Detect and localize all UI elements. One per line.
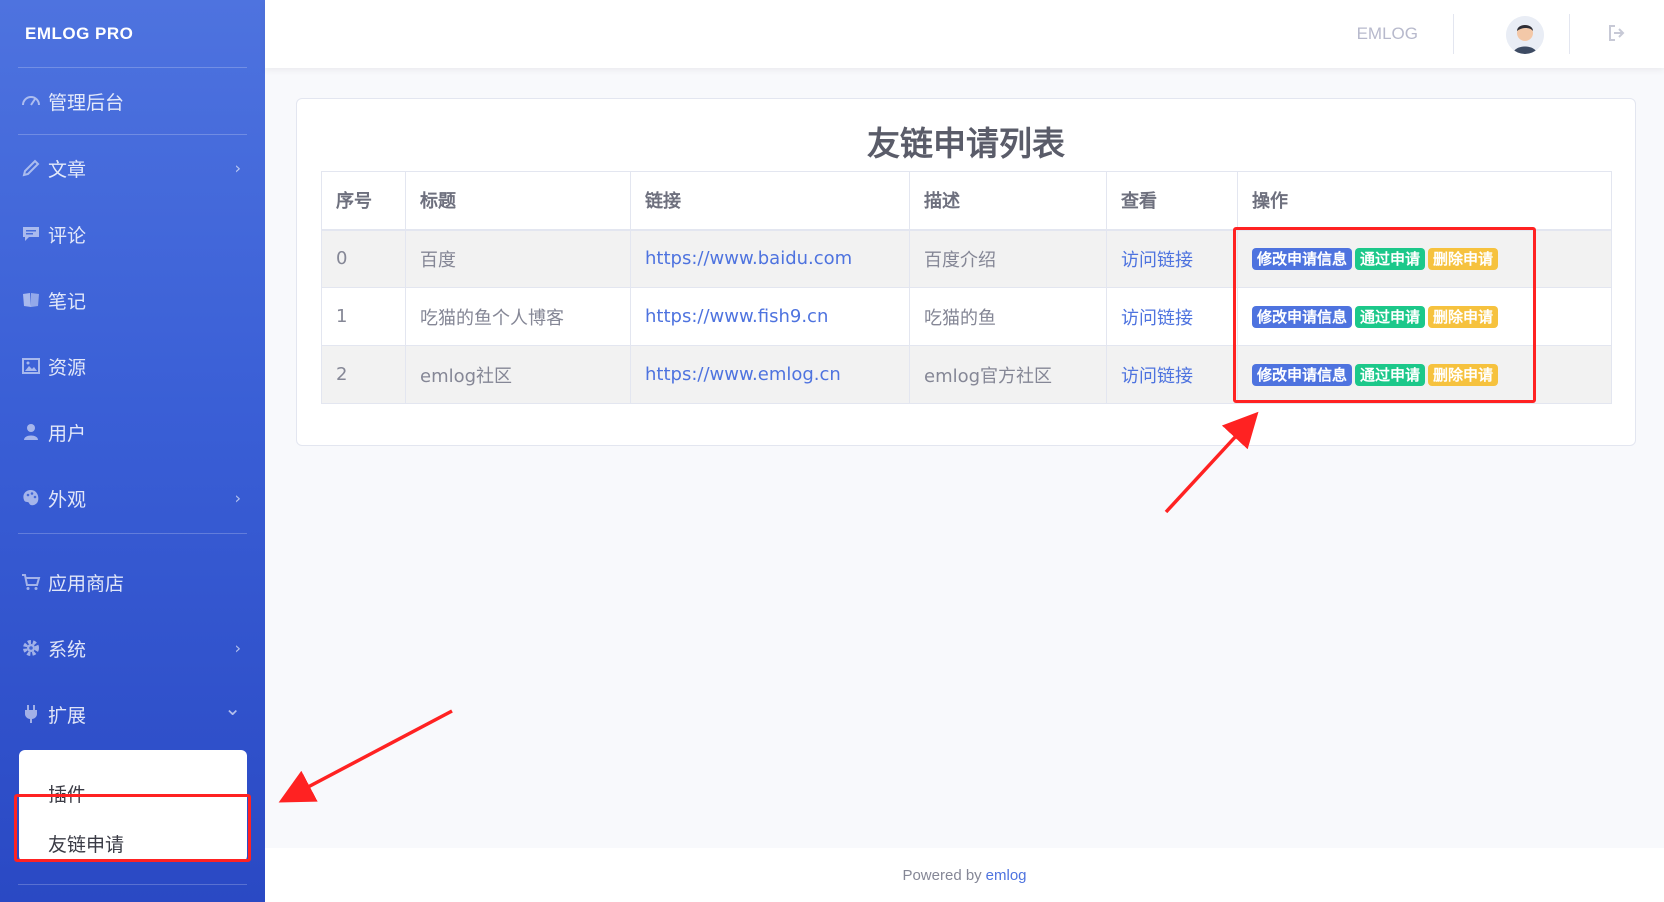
table-row: 2 emlog社区 https://www.emlog.cn emlog官方社区… [321,345,1612,404]
sidebar: EMLOG PRO 管理后台 文章 › 评论 笔记 资源 用户 外观 › 应用商… [0,0,265,902]
table-header-row: 序号 标题 链接 描述 查看 操作 [321,171,1612,231]
delete-request-button[interactable]: 删除申请 [1428,305,1499,328]
avatar-icon[interactable] [1506,16,1544,54]
edit-request-button[interactable]: 修改申请信息 [1252,247,1353,270]
sidebar-item-comments[interactable]: 评论 [0,201,265,267]
sidebar-item-appearance[interactable]: 外观 › [0,465,265,531]
cell-link: https://www.baidu.com [630,229,910,288]
cell-description: 百度介绍 [909,229,1107,288]
sidebar-item-label: 管理后台 [48,91,125,114]
delete-request-button[interactable]: 删除申请 [1428,247,1499,270]
topbar-divider [1453,14,1454,54]
note-icon [20,289,42,311]
extensions-submenu: 插件 友链申请 [19,750,247,862]
footer: Powered by emlog [265,848,1664,902]
logout-icon[interactable] [1608,24,1626,42]
image-icon [20,355,42,377]
visit-link[interactable]: 访问链接 [1121,250,1193,271]
sidebar-divider [18,884,247,885]
sidebar-item-resources[interactable]: 资源 [0,333,265,399]
sidebar-item-app-store[interactable]: 应用商店 [0,549,265,615]
cell-title: 吃猫的鱼个人博客 [405,287,631,346]
chevron-down-icon: ⌄ [224,696,241,720]
cell-link: https://www.emlog.cn [630,345,910,404]
sidebar-item-label: 文章 [48,158,87,181]
topbar-divider [1569,14,1570,54]
approve-request-button[interactable]: 通过申请 [1355,305,1426,328]
cell-id: 0 [321,229,406,288]
sidebar-item-articles[interactable]: 文章 › [0,135,265,201]
table-row: 1 吃猫的鱼个人博客 https://www.fish9.cn 吃猫的鱼 访问链… [321,287,1612,346]
palette-icon [20,487,42,509]
cart-icon [20,571,42,593]
column-header-description: 描述 [909,171,1107,231]
sidebar-item-label: 笔记 [48,290,87,313]
cell-description: 吃猫的鱼 [909,287,1107,346]
cell-title: 百度 [405,229,631,288]
cell-view: 访问链接 [1106,345,1238,404]
submenu-item-friend-link-requests[interactable]: 友链申请 [19,818,247,868]
user-icon [20,421,42,443]
url-link[interactable]: https://www.baidu.com [645,248,852,269]
url-link[interactable]: https://www.fish9.cn [645,306,828,327]
chevron-right-icon: › [234,158,241,178]
sidebar-item-system[interactable]: 系统 › [0,615,265,681]
sidebar-item-label: 用户 [48,422,87,445]
sidebar-item-notes[interactable]: 笔记 [0,267,265,333]
url-link[interactable]: https://www.emlog.cn [645,364,841,385]
brand-logo[interactable]: EMLOG PRO [0,0,265,67]
table-row: 0 百度 https://www.baidu.com 百度介绍 访问链接 修改申… [321,229,1612,288]
chevron-right-icon: › [234,638,241,658]
submenu-item-plugins[interactable]: 插件 [19,768,247,818]
edit-request-button[interactable]: 修改申请信息 [1252,305,1353,328]
cell-view: 访问链接 [1106,287,1238,346]
page-title: 友链申请列表 [867,124,1065,163]
approve-request-button[interactable]: 通过申请 [1355,363,1426,386]
delete-request-button[interactable]: 删除申请 [1428,363,1499,386]
friend-link-table: 序号 标题 链接 描述 查看 操作 0 百度 https://www.baidu… [321,171,1612,404]
sidebar-item-extensions[interactable]: 扩展 ⌄ [0,681,265,747]
annotation-arrow [278,709,453,803]
footer-text: Powered by [902,866,982,884]
sidebar-item-label: 资源 [48,356,87,379]
cell-description: emlog官方社区 [909,345,1107,404]
pencil-icon [20,157,42,179]
visit-link[interactable]: 访问链接 [1121,308,1193,329]
friend-link-card: 友链申请列表 序号 标题 链接 描述 查看 操作 0 百度 https://ww… [296,98,1636,446]
sidebar-item-users[interactable]: 用户 [0,399,265,465]
cell-actions: 修改申请信息 通过申请 删除申请 [1237,229,1612,288]
chevron-right-icon: › [234,488,241,508]
comment-icon [20,223,42,245]
topbar-username[interactable]: EMLOG [1357,0,1418,68]
column-header-actions: 操作 [1237,171,1612,231]
sidebar-item-label: 评论 [48,224,87,247]
footer-link[interactable]: emlog [986,867,1027,884]
cell-link: https://www.fish9.cn [630,287,910,346]
cell-id: 2 [321,345,406,404]
sidebar-item-label: 应用商店 [48,572,125,595]
sidebar-item-dashboard[interactable]: 管理后台 [0,68,265,134]
sidebar-item-label: 系统 [48,638,87,661]
column-header-id: 序号 [321,171,406,231]
sidebar-item-label: 外观 [48,488,87,511]
column-header-title: 标题 [405,171,631,231]
visit-link[interactable]: 访问链接 [1121,366,1193,387]
plug-icon [20,703,42,725]
cell-title: emlog社区 [405,345,631,404]
dashboard-icon [20,90,42,112]
column-header-link: 链接 [630,171,910,231]
gear-icon [20,637,42,659]
cell-actions: 修改申请信息 通过申请 删除申请 [1237,345,1612,404]
topbar: EMLOG [265,0,1664,68]
sidebar-item-label: 扩展 [48,704,87,727]
cell-view: 访问链接 [1106,229,1238,288]
approve-request-button[interactable]: 通过申请 [1355,247,1426,270]
cell-id: 1 [321,287,406,346]
column-header-view: 查看 [1106,171,1238,231]
cell-actions: 修改申请信息 通过申请 删除申请 [1237,287,1612,346]
edit-request-button[interactable]: 修改申请信息 [1252,363,1353,386]
